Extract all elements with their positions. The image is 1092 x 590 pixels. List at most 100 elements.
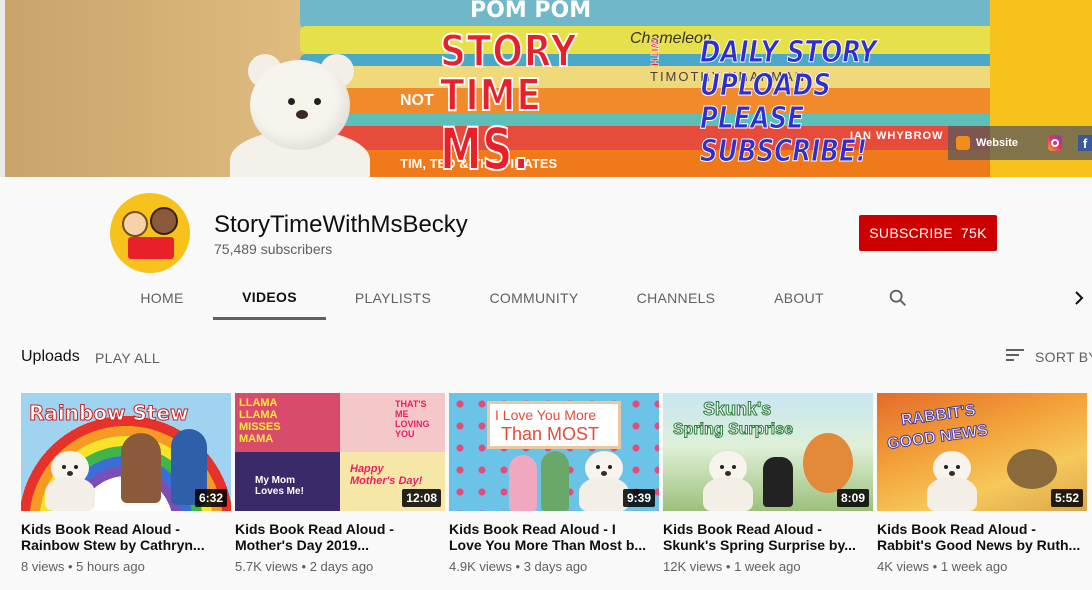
thumbnail-text: THAT'S ME LOVING YOU	[395, 399, 430, 439]
play-all-button[interactable]: PLAY ALL	[95, 350, 160, 366]
video-thumbnail[interactable]: LLAMA LLAMA MISSES MAMA THAT'S ME LOVING…	[235, 393, 445, 511]
video-age: 1 week ago	[734, 559, 801, 574]
avatar[interactable]	[110, 193, 190, 273]
uploads-section: Uploads PLAY ALL SORT BY Rainbow Stew 6:…	[0, 321, 1092, 590]
tab-playlists[interactable]: PLAYLISTS	[348, 277, 438, 319]
video-views: 5.7K views	[235, 559, 298, 574]
video-views: 8 views	[21, 559, 65, 574]
thumbnail-text: Than MOST	[501, 424, 600, 444]
banner-subtitle-line2: PLEASE SUBSCRIBE!	[700, 101, 868, 169]
video-title-line: Rainbow Stew by Cathryn...	[21, 537, 205, 553]
sort-icon[interactable]	[1005, 347, 1025, 363]
video-views: 4.9K views	[449, 559, 512, 574]
teddy-bear-image	[703, 451, 753, 511]
banner-title: STORY TIME WITH MS. BECKY	[439, 26, 680, 178]
instagram-icon[interactable]	[1047, 135, 1062, 151]
banner-title-with: WITH	[648, 38, 661, 67]
thumbnail-text: Skunk's	[702, 399, 772, 420]
video-age: 5 hours ago	[76, 559, 145, 574]
tab-channels[interactable]: CHANNELS	[630, 277, 722, 319]
facebook-icon[interactable]: f	[1077, 135, 1092, 151]
meta-separator: •	[932, 559, 938, 574]
video-views: 12K views	[663, 559, 723, 574]
subscribe-label: SUBSCRIBE	[869, 225, 953, 241]
video-thumbnail[interactable]: RABBIT'S GOOD NEWS 5:52	[877, 393, 1087, 511]
video-meta: 5.7K views • 2 days ago	[235, 559, 445, 574]
tab-community[interactable]: COMMUNITY	[480, 277, 588, 319]
video-title-line: Kids Book Read Aloud -	[877, 521, 1036, 537]
channel-tabs: HOME VIDEOS PLAYLISTS COMMUNITY CHANNELS…	[0, 277, 1092, 321]
video-thumbnail[interactable]: I Love You More Than MOST 9:39	[449, 393, 659, 511]
video-card[interactable]: Skunk's Spring Surprise 8:09 Kids Book R…	[663, 393, 873, 574]
banner-links: Website f	[948, 126, 1092, 160]
banner-subtitle-line1: DAILY STORY UPLOADS	[700, 35, 878, 103]
channel-name: StoryTimeWithMsBecky	[214, 211, 468, 238]
video-duration: 9:39	[622, 489, 655, 507]
sort-by-button[interactable]: SORT BY	[1035, 349, 1092, 365]
video-meta: 12K views • 1 week ago	[663, 559, 873, 574]
teddy-bear-image	[579, 451, 629, 511]
teddy-bear-image	[927, 451, 977, 511]
video-duration: 8:09	[836, 489, 869, 507]
video-title[interactable]: Kids Book Read Aloud - Rabbit's Good New…	[877, 521, 1087, 553]
tab-videos[interactable]: VIDEOS	[213, 277, 326, 320]
video-card[interactable]: I Love You More Than MOST 9:39 Kids Book…	[449, 393, 659, 574]
subscriber-count: 75,489 subscribers	[214, 241, 333, 257]
website-icon[interactable]	[956, 136, 970, 150]
book-spine-text: NOT	[400, 92, 434, 109]
website-link[interactable]: Website	[976, 137, 1018, 149]
video-title-line: Kids Book Read Aloud -	[663, 521, 822, 537]
thumbnail-text: LLAMA LLAMA MISSES MAMA	[239, 397, 281, 445]
banner-edge	[0, 0, 5, 177]
video-duration: 5:52	[1050, 489, 1083, 507]
meta-separator: •	[725, 559, 731, 574]
banner-title-line2: MS. BECKY	[439, 115, 530, 177]
video-card[interactable]: RABBIT'S GOOD NEWS 5:52 Kids Book Read A…	[877, 393, 1087, 574]
video-title-line: Kids Book Read Aloud -	[21, 521, 180, 537]
video-meta: 4.9K views • 3 days ago	[449, 559, 659, 574]
tab-about[interactable]: ABOUT	[766, 277, 832, 319]
video-thumbnail[interactable]: Rainbow Stew 6:32	[21, 393, 231, 511]
meta-separator: •	[67, 559, 73, 574]
search-icon[interactable]	[887, 287, 909, 309]
video-age: 1 week ago	[940, 559, 1008, 574]
book-spine-text: POM POM	[470, 0, 592, 23]
subscribe-count: 75K	[960, 225, 987, 241]
channel-banner: POM POM Chameleon TIMOTHY KNAPMAN NOT IA…	[0, 0, 1092, 177]
banner-title-line1: STORY TIME	[439, 26, 578, 121]
subscribe-button[interactable]: SUBSCRIBE 75K	[859, 215, 997, 251]
video-title-line: Mother's Day 2019...	[235, 537, 370, 553]
teddy-bear-image	[45, 451, 95, 511]
video-duration: 6:32	[194, 489, 227, 507]
video-title[interactable]: Kids Book Read Aloud - Rainbow Stew by C…	[21, 521, 231, 553]
video-title-line: Kids Book Read Aloud -	[235, 521, 394, 537]
tab-home[interactable]: HOME	[132, 277, 192, 319]
thumbnail-text: Spring Surprise	[672, 421, 794, 439]
banner-subtitle: DAILY STORY UPLOADS PLEASE SUBSCRIBE!	[700, 35, 980, 169]
book-spine: POM POM	[300, 0, 1000, 28]
video-title-line: Kids Book Read Aloud - I	[449, 521, 616, 537]
video-meta: 8 views • 5 hours ago	[21, 559, 231, 574]
video-card[interactable]: Rainbow Stew 6:32 Kids Book Read Aloud -…	[21, 393, 231, 574]
video-thumbnail[interactable]: Skunk's Spring Surprise 8:09	[663, 393, 873, 511]
video-card[interactable]: LLAMA LLAMA MISSES MAMA THAT'S ME LOVING…	[235, 393, 445, 574]
video-title[interactable]: Kids Book Read Aloud - I Love You More T…	[449, 521, 659, 553]
meta-separator: •	[301, 559, 307, 574]
chevron-right-icon[interactable]	[1072, 289, 1086, 307]
video-title-line: Skunk's Spring Surprise by...	[663, 537, 856, 553]
thumbnail-text: My Mom Loves Me!	[255, 475, 304, 497]
video-title[interactable]: Kids Book Read Aloud - Mother's Day 2019…	[235, 521, 445, 553]
video-title-line: Love You More Than Most b...	[449, 537, 647, 553]
video-title[interactable]: Kids Book Read Aloud - Skunk's Spring Su…	[663, 521, 873, 553]
video-title-line: Rabbit's Good News by Ruth...	[877, 537, 1081, 553]
video-age: 3 days ago	[523, 559, 588, 574]
meta-separator: •	[515, 559, 521, 574]
video-meta: 4K views • 1 week ago	[877, 559, 1087, 574]
thumbnail-text: I Love You More	[495, 407, 597, 423]
teddy-bear-image	[230, 54, 380, 177]
thumbnail-text: Happy Mother's Day!	[350, 463, 423, 487]
video-views: 4K views	[877, 559, 930, 574]
video-duration: 12:08	[402, 489, 441, 507]
channel-header: StoryTimeWithMsBecky 75,489 subscribers …	[0, 177, 1092, 321]
section-title: Uploads	[21, 348, 80, 365]
